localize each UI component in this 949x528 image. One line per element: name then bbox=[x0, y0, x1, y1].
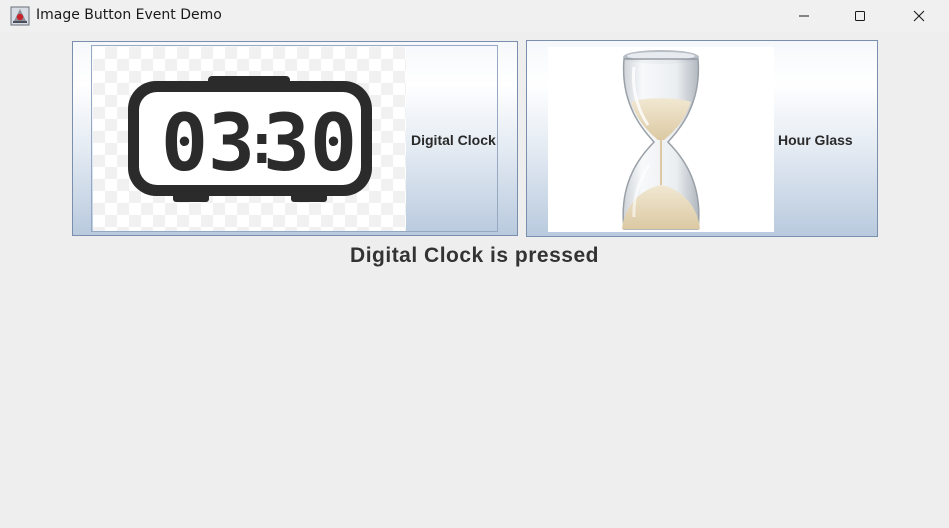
hourglass-button[interactable]: Hour Glass bbox=[526, 40, 878, 237]
digital-clock-label: Digital Clock bbox=[411, 132, 496, 148]
java-app-icon bbox=[10, 6, 30, 26]
window-title: Image Button Event Demo bbox=[36, 7, 222, 23]
close-icon bbox=[913, 10, 925, 22]
minimize-icon bbox=[799, 15, 809, 17]
digital-clock-image: 03 : 30 bbox=[93, 47, 406, 232]
clock-hours: 03 bbox=[161, 99, 255, 189]
title-bar[interactable]: Image Button Event Demo bbox=[0, 0, 949, 32]
hourglass-image bbox=[548, 47, 774, 232]
digital-clock-button[interactable]: 03 : 30 Digital Clock bbox=[72, 41, 518, 236]
status-message: Digital Clock is pressed bbox=[350, 244, 599, 267]
clock-digits: 03 : 30 bbox=[161, 99, 357, 189]
clock-minutes: 30 bbox=[263, 99, 357, 189]
maximize-icon bbox=[855, 11, 865, 21]
hourglass-label: Hour Glass bbox=[778, 132, 853, 148]
minimize-button[interactable] bbox=[781, 0, 827, 32]
app-window: Image Button Event Demo 03: 30 Digital … bbox=[0, 0, 949, 528]
close-button[interactable] bbox=[896, 0, 942, 32]
maximize-button[interactable] bbox=[837, 0, 883, 32]
